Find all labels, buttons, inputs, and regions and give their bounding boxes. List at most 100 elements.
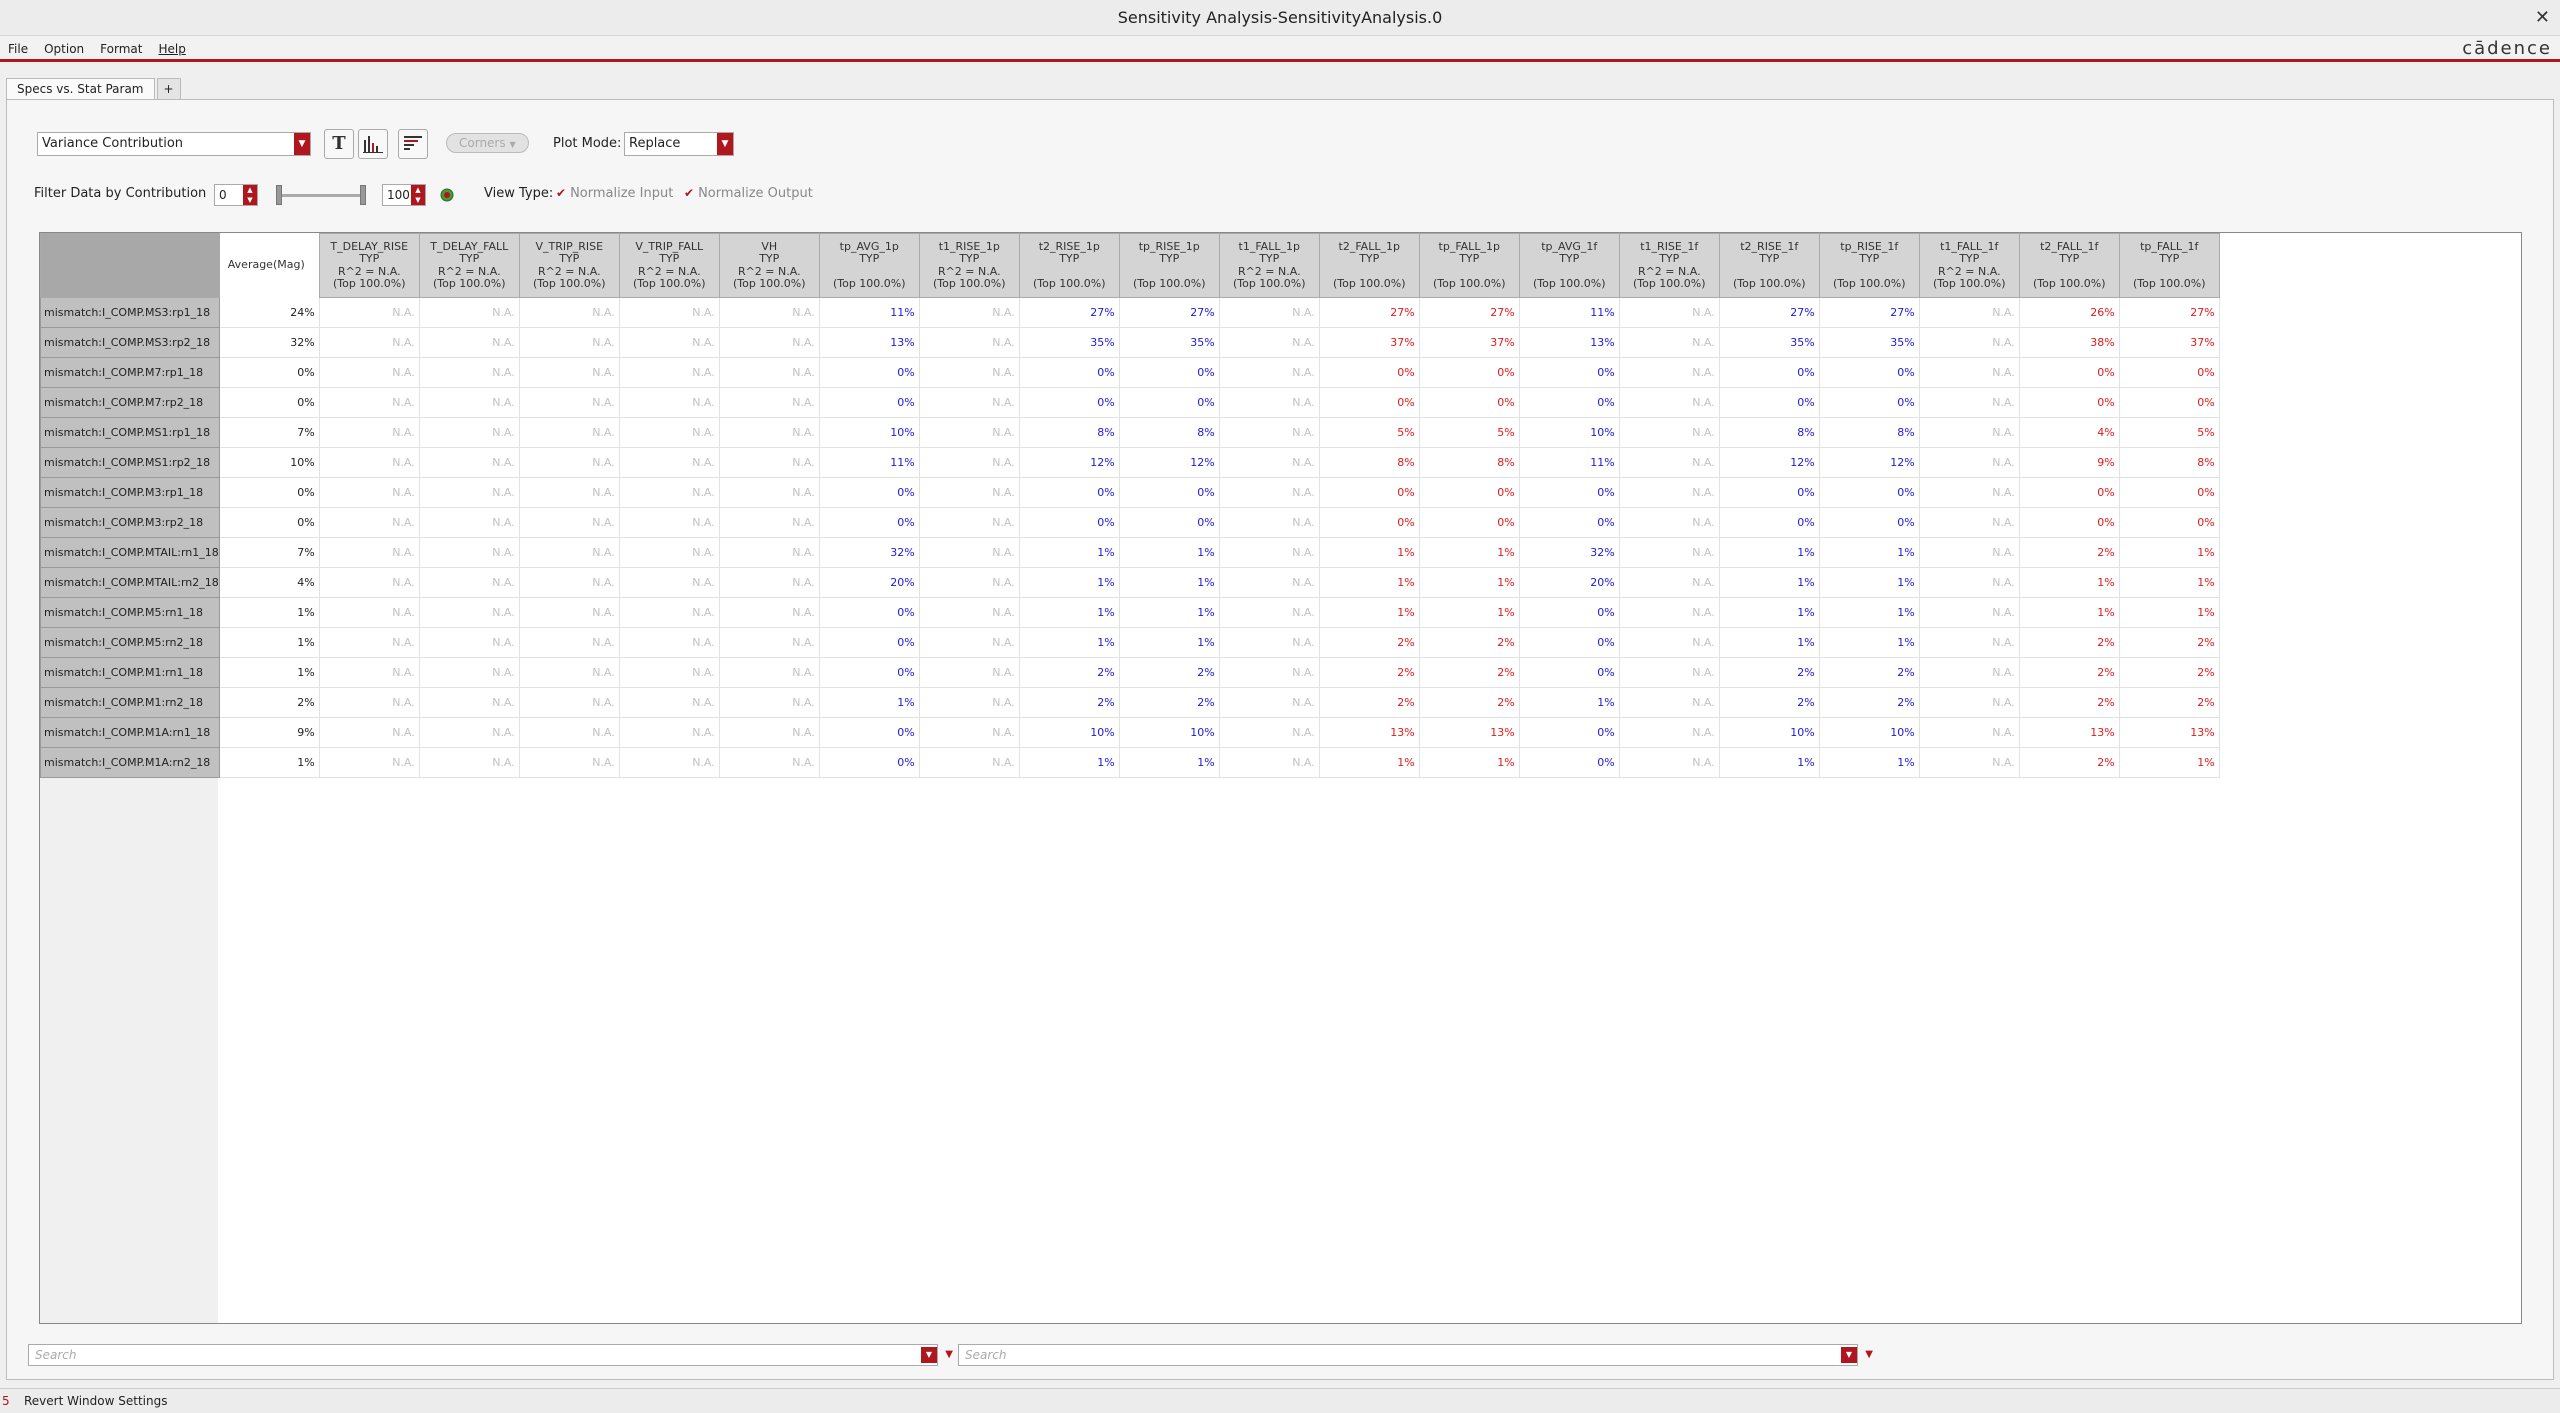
value-cell[interactable]: 0% [1519, 717, 1620, 748]
na-cell[interactable]: N.A. [519, 357, 620, 388]
na-cell[interactable]: N.A. [1619, 297, 1720, 328]
row-header[interactable]: mismatch:I_COMP.M7:rp2_18 [40, 387, 220, 418]
value-cell[interactable]: 12% [1019, 447, 1120, 478]
na-cell[interactable]: N.A. [1619, 327, 1720, 358]
value-cell[interactable]: 13% [2119, 717, 2220, 748]
na-cell[interactable]: N.A. [619, 627, 720, 658]
na-cell[interactable]: N.A. [519, 297, 620, 328]
na-cell[interactable]: N.A. [619, 327, 720, 358]
na-cell[interactable]: N.A. [919, 357, 1020, 388]
na-cell[interactable]: N.A. [1219, 597, 1320, 628]
value-cell[interactable]: 27% [2119, 297, 2220, 328]
value-cell[interactable]: 0% [1419, 507, 1520, 538]
normalize-output-checkbox[interactable]: ✔ Normalize Output [684, 186, 813, 201]
value-cell[interactable]: 0% [1519, 357, 1620, 388]
na-cell[interactable]: N.A. [719, 627, 820, 658]
chevron-down-icon[interactable]: ▼ [1841, 1347, 1857, 1363]
value-cell[interactable]: 0% [1719, 477, 1820, 508]
value-cell[interactable]: 2% [1119, 657, 1220, 688]
na-cell[interactable]: N.A. [719, 357, 820, 388]
value-cell[interactable]: 0% [1119, 387, 1220, 418]
na-cell[interactable]: N.A. [319, 747, 420, 778]
value-cell[interactable]: 12% [1119, 447, 1220, 478]
na-cell[interactable]: N.A. [1219, 327, 1320, 358]
column-header[interactable]: t1_FALL_1p TYP R^2 = N.A. (Top 100.0%) [1218, 233, 1320, 298]
value-cell[interactable]: 1% [1119, 537, 1220, 568]
row-header[interactable]: mismatch:I_COMP.M1:rn2_18 [40, 687, 220, 718]
value-cell[interactable]: 1% [1419, 537, 1520, 568]
value-cell[interactable]: 11% [819, 297, 920, 328]
row-header[interactable]: mismatch:I_COMP.MS3:rp2_18 [40, 327, 220, 358]
value-cell[interactable]: 1% [1519, 687, 1620, 718]
na-cell[interactable]: N.A. [719, 297, 820, 328]
value-cell[interactable]: 1% [1719, 597, 1820, 628]
value-cell[interactable]: 0% [1819, 357, 1920, 388]
na-cell[interactable]: N.A. [1619, 627, 1720, 658]
value-cell[interactable]: 8% [1119, 417, 1220, 448]
value-cell[interactable]: 1% [2119, 597, 2220, 628]
value-cell[interactable]: 2% [1419, 657, 1520, 688]
value-cell[interactable]: 0% [1719, 507, 1820, 538]
value-cell[interactable]: 0% [1519, 597, 1620, 628]
slider-min-handle[interactable] [276, 185, 282, 205]
na-cell[interactable]: N.A. [619, 717, 720, 748]
value-cell[interactable]: 10% [1119, 717, 1220, 748]
na-cell[interactable]: N.A. [519, 327, 620, 358]
value-cell[interactable]: 2% [1719, 657, 1820, 688]
na-cell[interactable]: N.A. [519, 507, 620, 538]
value-cell[interactable]: 0% [2119, 507, 2220, 538]
na-cell[interactable]: N.A. [1919, 477, 2020, 508]
corners-button[interactable]: Corners ▼ [446, 133, 529, 153]
table-row[interactable]: mismatch:I_COMP.M3:rp2_18 0% N.A. N.A. N.A. N… [40, 507, 2220, 538]
value-cell[interactable]: 5% [2119, 417, 2220, 448]
value-cell[interactable]: 2% [1419, 627, 1520, 658]
na-cell[interactable]: N.A. [719, 507, 820, 538]
na-cell[interactable]: N.A. [1919, 687, 2020, 718]
value-cell[interactable]: 1% [2019, 597, 2120, 628]
na-cell[interactable]: N.A. [519, 717, 620, 748]
na-cell[interactable]: N.A. [1219, 747, 1320, 778]
value-cell[interactable]: 10% [819, 417, 920, 448]
na-cell[interactable]: N.A. [1219, 717, 1320, 748]
row-header[interactable]: mismatch:I_COMP.MS3:rp1_18 [40, 297, 220, 328]
value-cell[interactable]: 2% [2119, 627, 2220, 658]
normalize-input-checkbox[interactable]: ✔ Normalize Input [556, 186, 673, 201]
value-cell[interactable]: 37% [1419, 327, 1520, 358]
na-cell[interactable]: N.A. [919, 537, 1020, 568]
na-cell[interactable]: N.A. [719, 657, 820, 688]
na-cell[interactable]: N.A. [1619, 747, 1720, 778]
dropdown-icon[interactable]: ▼ [1865, 1345, 1873, 1365]
value-cell[interactable]: 8% [1719, 417, 1820, 448]
value-cell[interactable]: 0% [1119, 507, 1220, 538]
na-cell[interactable]: N.A. [919, 597, 1020, 628]
value-cell[interactable]: 9% [2019, 447, 2120, 478]
value-cell[interactable]: 27% [1119, 297, 1220, 328]
average-cell[interactable]: 1% [219, 627, 320, 658]
value-cell[interactable]: 0% [1519, 507, 1620, 538]
na-cell[interactable]: N.A. [619, 357, 720, 388]
value-cell[interactable]: 1% [2119, 567, 2220, 598]
table-row[interactable]: mismatch:I_COMP.MS3:rp1_18 24% N.A. N.A. N.A… [40, 297, 2220, 328]
na-cell[interactable]: N.A. [619, 567, 720, 598]
na-cell[interactable]: N.A. [319, 657, 420, 688]
na-cell[interactable]: N.A. [1919, 627, 2020, 658]
chevron-down-icon[interactable]: ▼ [921, 1347, 937, 1363]
na-cell[interactable]: N.A. [719, 447, 820, 478]
na-cell[interactable]: N.A. [719, 327, 820, 358]
na-cell[interactable]: N.A. [419, 447, 520, 478]
value-cell[interactable]: 1% [1719, 567, 1820, 598]
filter-range-slider[interactable] [276, 185, 366, 205]
na-cell[interactable]: N.A. [619, 597, 720, 628]
value-cell[interactable]: 0% [1819, 387, 1920, 418]
row-header[interactable]: mismatch:I_COMP.MTAIL:rn2_18 [40, 567, 220, 598]
na-cell[interactable]: N.A. [419, 597, 520, 628]
na-cell[interactable]: N.A. [419, 567, 520, 598]
value-cell[interactable]: 0% [1019, 477, 1120, 508]
na-cell[interactable]: N.A. [919, 417, 1020, 448]
column-header[interactable]: tp_AVG_1f TYP (Top 100.0%) [1518, 233, 1620, 298]
value-cell[interactable]: 1% [1719, 627, 1820, 658]
value-cell[interactable]: 0% [2119, 477, 2220, 508]
value-cell[interactable]: 0% [1519, 747, 1620, 778]
value-cell[interactable]: 2% [1119, 687, 1220, 718]
na-cell[interactable]: N.A. [319, 687, 420, 718]
